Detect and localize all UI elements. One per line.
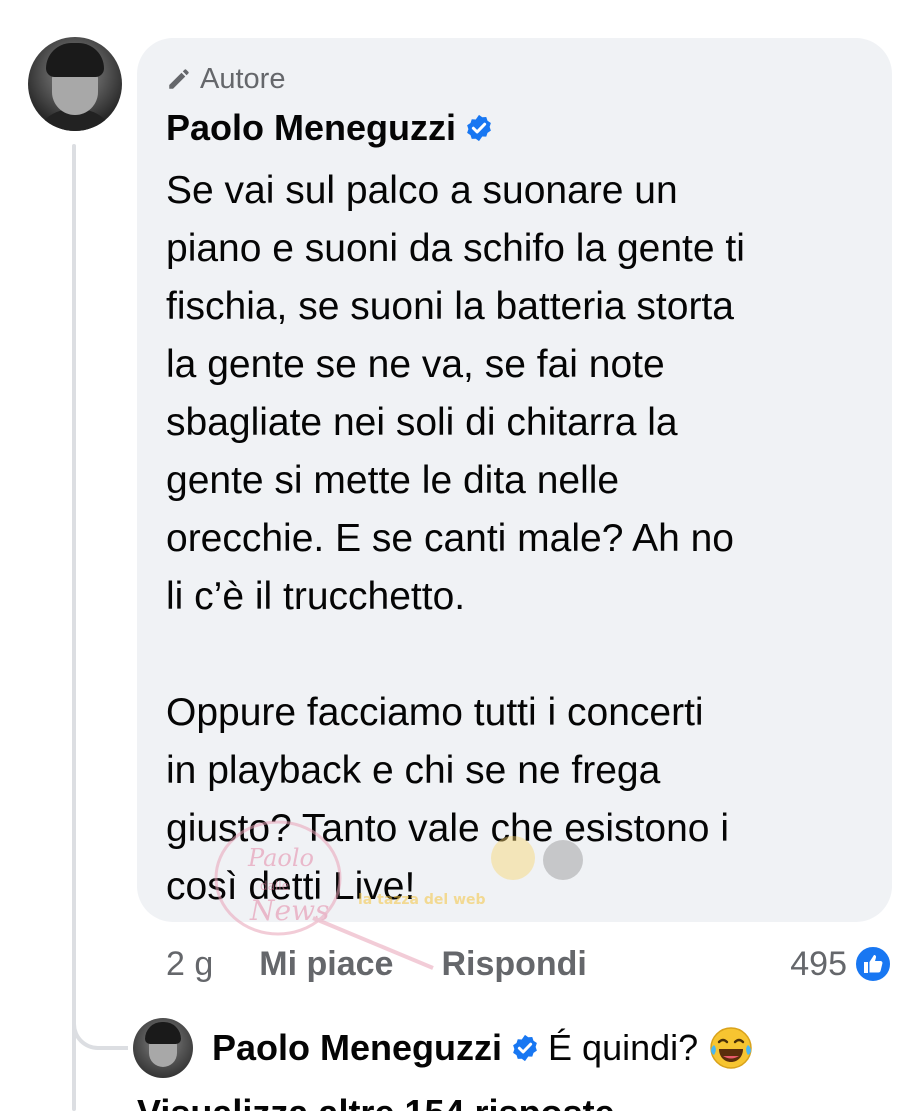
reply-avatar-hair [145,1022,181,1044]
reply-text: É quindi? [548,1027,699,1068]
reaction-summary[interactable]: 495 [790,940,893,988]
author-name[interactable]: Paolo Meneguzzi [166,107,456,149]
reply-preview[interactable]: Paolo Meneguzzi É quindi? [212,1024,754,1072]
comment-actions: 2 g Mi piace Rispondi [166,940,587,988]
avatar-hair [46,43,104,77]
verified-badge-icon [513,1034,537,1062]
reply-avatar[interactable] [133,1018,193,1078]
reply-button[interactable]: Rispondi [441,945,586,984]
comment-timestamp[interactable]: 2 g [166,945,213,984]
verified-badge-icon [467,114,491,142]
like-button[interactable]: Mi piace [259,945,393,984]
reply-author-name[interactable]: Paolo Meneguzzi [212,1027,502,1069]
pencil-icon [169,69,189,89]
view-more-replies-link[interactable]: Visualizza altre 154 risposte [137,1092,615,1111]
comment-thread: Autore Paolo Meneguzzi Se vai sul palco … [0,0,921,1111]
comment-text: Se vai sul palco a suonare un piano e su… [166,169,745,908]
thread-connector [72,1000,128,1050]
thread-line [72,144,76,1111]
comment-bubble: Autore Paolo Meneguzzi Se vai sul palco … [137,38,892,922]
like-thumbs-up-icon [854,945,892,983]
reaction-count: 495 [790,944,847,983]
avatar[interactable] [28,37,122,131]
author-badge-label: Autore [200,62,286,95]
laughing-tears-emoji-icon [710,1027,752,1069]
author-badge: Autore [166,62,864,96]
author-name-row: Paolo Meneguzzi [166,107,864,149]
